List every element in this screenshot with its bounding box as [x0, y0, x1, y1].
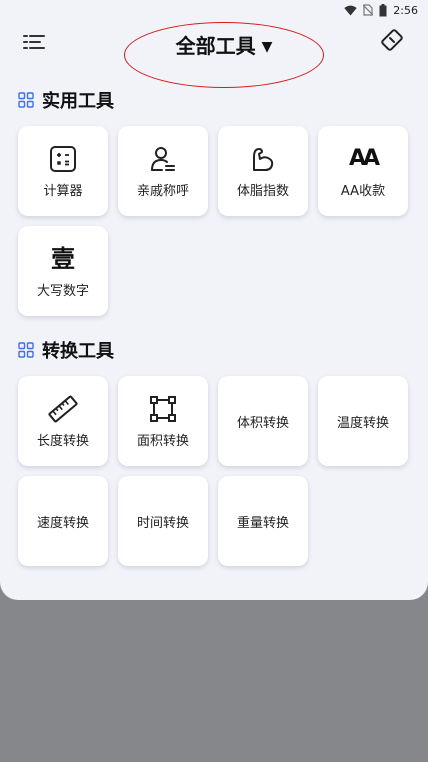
tool-label: 面积转换	[136, 433, 189, 449]
section-title: 转换工具	[42, 341, 114, 362]
tool-label: 温度转换	[336, 415, 389, 431]
tools-sheet: 2:56 全部工具 ▼ 实用工具 计算器 亲戚称呼 体脂指数 AA AA收款 壹…	[0, 0, 428, 600]
dimmed-backdrop[interactable]	[0, 600, 428, 762]
menu-button[interactable]	[22, 30, 48, 54]
tool-speed-convert[interactable]: 速度转换	[18, 476, 108, 566]
muscle-arm-icon	[253, 147, 274, 171]
tool-label: AA收款	[340, 183, 386, 199]
tool-aa-payment[interactable]: AA AA收款	[318, 126, 408, 216]
tool-relative-title[interactable]: 亲戚称呼	[118, 126, 208, 216]
calculator-icon	[50, 145, 76, 172]
area-square-icon	[150, 395, 176, 422]
tool-weight-convert[interactable]: 重量转换	[218, 476, 308, 566]
tool-length-convert[interactable]: 长度转换	[18, 376, 108, 466]
status-bar: 2:56	[344, 0, 418, 20]
menu-icon	[23, 35, 45, 49]
status-time: 2:56	[393, 3, 418, 17]
person-list-icon	[151, 146, 175, 171]
section-header-conversion: 转换工具	[18, 338, 114, 362]
grid-icon	[18, 342, 34, 358]
tool-label: 计算器	[43, 183, 83, 199]
page-title-text: 全部工具	[175, 34, 256, 58]
battery-icon	[379, 3, 387, 16]
tool-label: 时间转换	[136, 515, 189, 531]
grid-icon	[18, 92, 34, 108]
tool-time-convert[interactable]: 时间转换	[118, 476, 208, 566]
tool-chinese-numerals[interactable]: 壹 大写数字	[18, 226, 108, 316]
tool-label: 长度转换	[36, 433, 89, 449]
tool-label: 体积转换	[236, 415, 289, 431]
title-dropdown[interactable]: 全部工具 ▼	[124, 22, 324, 88]
rotate-button[interactable]	[378, 26, 406, 54]
tool-calculator[interactable]: 计算器	[18, 126, 108, 216]
screen-rotate-icon	[381, 29, 403, 51]
top-bar: 全部工具 ▼	[0, 22, 428, 88]
wifi-icon	[344, 5, 357, 15]
tool-label: 大写数字	[36, 283, 89, 299]
tool-area-convert[interactable]: 面积转换	[118, 376, 208, 466]
section-title: 实用工具	[42, 91, 114, 112]
tool-temperature-convert[interactable]: 温度转换	[318, 376, 408, 466]
page-title: 全部工具 ▼	[124, 30, 324, 59]
aa-icon: AA	[348, 145, 380, 171]
tool-label: 亲戚称呼	[136, 183, 189, 199]
section-header-utility: 实用工具	[18, 88, 114, 112]
tool-label: 重量转换	[236, 515, 289, 531]
tool-label: 体脂指数	[236, 183, 289, 199]
tool-volume-convert[interactable]: 体积转换	[218, 376, 308, 466]
tool-body-fat[interactable]: 体脂指数	[218, 126, 308, 216]
ruler-icon	[48, 395, 78, 422]
no-sim-icon	[363, 4, 374, 16]
dropdown-caret-icon: ▼	[261, 39, 273, 55]
tool-label: 速度转换	[36, 515, 89, 531]
chinese-numeral-icon: 壹	[51, 244, 75, 273]
